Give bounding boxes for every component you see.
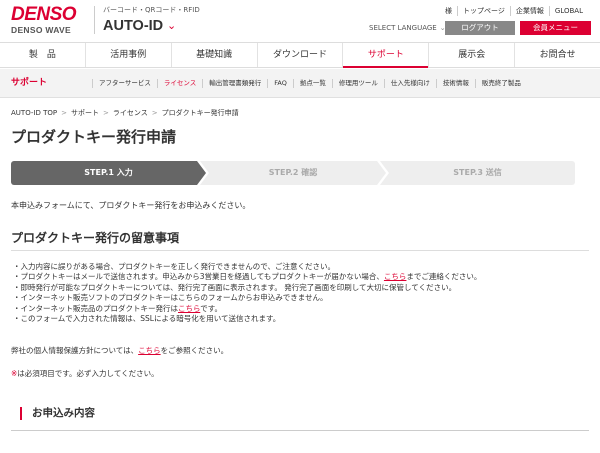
global-nav: 製 品 活用事例 基礎知識 ダウンロード サポート 展示会 お問合せ	[0, 42, 600, 68]
gnav-item-support[interactable]: サポート	[342, 43, 429, 68]
list-item: ・入力内容に誤りがある場合、プロダクトキーを正しく発行できませんので、ご注意くだ…	[13, 262, 481, 272]
note-text: ・インターネット販売品のプロダクトキー発行は	[13, 303, 178, 313]
breadcrumb-current: プロダクトキー発行申請	[161, 109, 239, 117]
notes-section-title: プロダクトキー発行の留意事項	[11, 230, 589, 251]
subnav-item-technical-info[interactable]: 技術情報	[435, 79, 475, 88]
internet-sales-link[interactable]: こちら	[178, 304, 200, 313]
note-suffix: までご連絡ください。	[406, 272, 482, 282]
note-text: ・インターネット販売ソフトのプロダクトキーはこちらのフォームからお申込みできませ…	[13, 293, 328, 303]
form-heading-label: お申込み内容	[32, 407, 95, 419]
breadcrumb-separator: >	[102, 109, 109, 117]
required-note: ※は必須項目です。必ず入力してください。	[11, 369, 159, 379]
subnav-items: アフターサービス ライセンス 輸出管理書類発行 FAQ 拠点一覧 修理用ツール …	[92, 69, 527, 88]
language-select[interactable]: SELECT LANGUAGE ⌄	[369, 23, 446, 33]
company-info-link[interactable]: 企業情報	[509, 6, 549, 16]
chevron-down-icon[interactable]: ⌄	[167, 19, 176, 33]
privacy-policy-link[interactable]: こちら	[138, 346, 161, 355]
site-header: DENSO DENSO WAVE バーコード・QRコード・RFID AUTO-I…	[0, 0, 600, 42]
required-text: は必須項目です。必ず入力してください。	[17, 369, 159, 378]
breadcrumb-separator: >	[151, 109, 158, 117]
gnav-item-case-studies[interactable]: 活用事例	[84, 43, 171, 67]
list-item: ・インターネット販売品のプロダクトキー発行はこちらです。	[13, 304, 481, 314]
note-text: ・入力内容に誤りがある場合、プロダクトキーを正しく発行できませんので、ご注意くだ…	[13, 262, 335, 271]
privacy-suffix: をご参照ください。	[160, 346, 229, 355]
breadcrumb-separator: >	[61, 109, 67, 117]
list-item: ・プロダクトキーはメールで送信されます。申込みから3営業日を経過してもプロダクト…	[13, 272, 481, 282]
page-title: プロダクトキー発行申請	[11, 128, 177, 146]
step-indicator: STEP.1 入力 STEP.2 確認 STEP.3 送信	[11, 161, 575, 185]
step-confirm: STEP.2 確認	[200, 161, 386, 185]
subnav-item-faq[interactable]: FAQ	[267, 79, 293, 88]
form-section-heading: お申込み内容	[11, 402, 589, 431]
header-divider	[94, 6, 95, 34]
note-text: ・プロダクトキーはメールで送信されます。申込みから3営業日を経過してもプロダクト…	[13, 272, 384, 282]
logout-button[interactable]: ログアウト	[445, 21, 515, 35]
subnav-item-discontinued[interactable]: 販売終了製品	[474, 79, 527, 88]
subnav-title[interactable]: サポート	[11, 69, 47, 98]
gnav-item-products[interactable]: 製 品	[0, 43, 85, 67]
breadcrumb-license[interactable]: ライセンス	[113, 108, 148, 118]
support-subnav: サポート アフターサービス ライセンス 輸出管理書類発行 FAQ 拠点一覧 修理…	[0, 69, 600, 98]
breadcrumb-support[interactable]: サポート	[71, 108, 99, 118]
language-select-label: SELECT LANGUAGE	[369, 24, 437, 32]
gnav-item-basics[interactable]: 基礎知識	[170, 43, 257, 67]
list-item: ・このフォームで入力された情報は、SSLによる暗号化を用いて送信されます。	[13, 314, 481, 324]
denso-wave-logo-text[interactable]: DENSO WAVE	[11, 25, 71, 35]
step-send: STEP.3 送信	[380, 161, 575, 185]
top-page-link[interactable]: トップページ	[457, 6, 510, 16]
step-input: STEP.1 入力	[11, 161, 206, 185]
breadcrumb-auto-id-top[interactable]: AUTO-ID TOP	[11, 108, 57, 118]
subnav-item-suppliers[interactable]: 仕入先様向け	[383, 79, 436, 88]
global-link[interactable]: GLOBAL	[548, 6, 588, 16]
product-site-name[interactable]: AUTO-ID	[103, 18, 163, 34]
note-text: ・このフォームで入力された情報は、SSLによる暗号化を用いて送信されます。	[13, 314, 281, 324]
note-text: ・即時発行が可能なプロダクトキーについては、発行完了画面に表示されます。 発行完…	[13, 282, 457, 292]
note-suffix: です。	[200, 303, 223, 313]
denso-logo[interactable]: DENSO	[11, 5, 77, 25]
subnav-item-repair-tools[interactable]: 修理用ツール	[331, 79, 384, 88]
utility-links: 様 トップページ 企業情報 GLOBAL	[440, 6, 588, 16]
subnav-item-export-documents[interactable]: 輸出管理書類発行	[202, 79, 267, 88]
subnav-item-locations[interactable]: 拠点一覧	[292, 79, 332, 88]
member-menu-button[interactable]: 会員メニュー	[520, 21, 591, 35]
list-item: ・インターネット販売ソフトのプロダクトキーはこちらのフォームからお申込みできませ…	[13, 293, 481, 303]
gnav-item-contact[interactable]: お問合せ	[514, 43, 600, 67]
subnav-item-license[interactable]: ライセンス	[156, 79, 202, 88]
list-item: ・即時発行が可能なプロダクトキーについては、発行完了画面に表示されます。 発行完…	[13, 283, 481, 293]
subnav-item-after-service[interactable]: アフターサービス	[92, 79, 157, 88]
breadcrumb: AUTO-ID TOP > サポート > ライセンス > プロダクトキー発行申請	[11, 108, 239, 118]
gnav-item-download[interactable]: ダウンロード	[256, 43, 343, 67]
notes-list: ・入力内容に誤りがある場合、プロダクトキーを正しく発行できませんので、ご注意くだ…	[13, 262, 481, 324]
site-tagline: バーコード・QRコード・RFID	[103, 6, 200, 14]
gnav-item-exhibitions[interactable]: 展示会	[428, 43, 514, 67]
privacy-policy-text: 弊社の個人情報保護方針については、こちらをご参照ください。	[11, 346, 228, 356]
heading-accent-bar	[20, 407, 22, 420]
user-name-link[interactable]: 様	[440, 6, 457, 16]
intro-text: 本申込みフォームにて、プロダクトキー発行をお申込みください。	[11, 201, 251, 210]
contact-link[interactable]: こちら	[384, 272, 407, 281]
privacy-text: 弊社の個人情報保護方針については、	[11, 346, 139, 355]
